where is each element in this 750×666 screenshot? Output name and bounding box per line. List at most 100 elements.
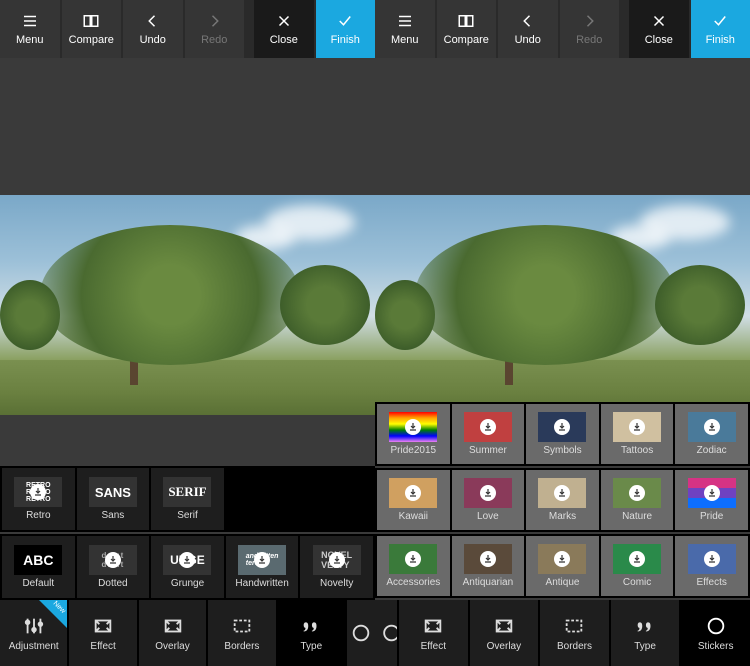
- undo-label: Undo: [515, 34, 541, 46]
- download-icon: [629, 551, 645, 567]
- sticker-pride2015[interactable]: Pride2015: [377, 404, 450, 464]
- sticker-label: Effects: [696, 577, 726, 588]
- sticker-summer[interactable]: Summer: [452, 404, 525, 464]
- font-thumb: UNGE: [163, 545, 211, 575]
- download-icon: [405, 485, 421, 501]
- redo-label: Redo: [576, 34, 602, 46]
- undo-label: Undo: [140, 34, 166, 46]
- undo-icon: [144, 12, 162, 30]
- menu-button[interactable]: Menu: [0, 0, 60, 58]
- sticker-thumb: [613, 478, 661, 508]
- sticker-love[interactable]: Love: [452, 470, 525, 530]
- font-row-2: ABCDefault d:o:td:o:tDotted UNGE Grunge a…: [0, 534, 375, 600]
- font-dotted[interactable]: d:o:td:o:tDotted: [77, 536, 150, 598]
- close-icon: [275, 12, 293, 30]
- sticker-thumb: [688, 544, 736, 574]
- close-button[interactable]: Close: [629, 0, 689, 58]
- font-label: Sans: [101, 510, 124, 521]
- sticker-antique[interactable]: Antique: [526, 536, 599, 596]
- font-default[interactable]: ABCDefault: [2, 536, 75, 598]
- sticker-thumb: [538, 544, 586, 574]
- sticker-thumb: [464, 544, 512, 574]
- tab-effect[interactable]: Effect: [69, 600, 136, 666]
- frame-icon: [493, 615, 515, 637]
- tab-overlay[interactable]: Overlay: [470, 600, 539, 666]
- compare-button[interactable]: Compare: [62, 0, 122, 58]
- tab-stickers-partial[interactable]: [347, 600, 375, 666]
- sticker-label: Antique: [546, 577, 580, 588]
- font-thumb: SANS: [89, 477, 137, 507]
- frame-icon: [92, 615, 114, 637]
- sticker-thumb: [389, 412, 437, 442]
- font-label: Grunge: [171, 578, 204, 589]
- tab-overlay[interactable]: Overlay: [139, 600, 206, 666]
- redo-button[interactable]: Redo: [185, 0, 245, 58]
- bottombar-right: Effect Overlay Borders Type Stickers: [375, 600, 750, 666]
- compare-label: Compare: [444, 34, 489, 46]
- tab-borders[interactable]: Borders: [540, 600, 609, 666]
- sticker-effects[interactable]: Effects: [675, 536, 748, 596]
- download-icon: [480, 485, 496, 501]
- font-row-1: RETRORETRORETRORetro SANS Sans SERIFSerif: [0, 466, 375, 532]
- circle-icon: [375, 622, 397, 644]
- font-serif[interactable]: SERIFSerif: [151, 468, 224, 530]
- font-novelty[interactable]: NOVELVELTY Novelty: [300, 536, 373, 598]
- download-icon: [405, 419, 421, 435]
- font-thumb: NOVELVELTY: [313, 545, 361, 575]
- font-label: Novelty: [320, 578, 353, 589]
- finish-button[interactable]: Finish: [316, 0, 376, 58]
- sticker-label: Pride2015: [391, 445, 437, 456]
- tab-adjustment-partial[interactable]: [375, 600, 397, 666]
- download-icon: [629, 485, 645, 501]
- tab-type[interactable]: Type: [611, 600, 680, 666]
- sticker-zodiac[interactable]: Zodiac: [675, 404, 748, 464]
- font-handwritten[interactable]: andwittenterdan Handwritten: [226, 536, 299, 598]
- sticker-comic[interactable]: Comic: [601, 536, 674, 596]
- tab-effect[interactable]: Effect: [399, 600, 468, 666]
- redo-button[interactable]: Redo: [560, 0, 620, 58]
- sticker-marks[interactable]: Marks: [526, 470, 599, 530]
- close-button[interactable]: Close: [254, 0, 314, 58]
- compare-label: Compare: [69, 34, 114, 46]
- tab-type[interactable]: Type: [278, 600, 345, 666]
- undo-button[interactable]: Undo: [123, 0, 183, 58]
- font-grunge[interactable]: UNGE Grunge: [151, 536, 224, 598]
- sticker-thumb: [464, 412, 512, 442]
- sticker-antiquarian[interactable]: Antiquarian: [452, 536, 525, 596]
- sticker-label: Love: [477, 511, 499, 522]
- tab-label: Borders: [557, 641, 592, 652]
- font-label: Handwritten: [235, 578, 288, 589]
- sticker-accessories[interactable]: Accessories: [377, 536, 450, 596]
- quote-icon: [634, 615, 656, 637]
- tab-adjustment[interactable]: NewAdjustment: [0, 600, 67, 666]
- compare-icon: [457, 12, 475, 30]
- font-label: Dotted: [98, 578, 127, 589]
- font-label: Retro: [26, 510, 50, 521]
- check-icon: [711, 12, 729, 30]
- redo-icon: [580, 12, 598, 30]
- font-sans[interactable]: SANS Sans: [77, 468, 150, 530]
- compare-button[interactable]: Compare: [437, 0, 497, 58]
- tab-label: Type: [300, 641, 322, 652]
- font-thumb: andwittenterdan: [238, 545, 286, 575]
- finish-label: Finish: [706, 34, 735, 46]
- sticker-label: Zodiac: [697, 445, 727, 456]
- font-retro[interactable]: RETRORETRORETRORetro: [2, 468, 75, 530]
- tab-borders[interactable]: Borders: [208, 600, 275, 666]
- sticker-nature[interactable]: Nature: [601, 470, 674, 530]
- undo-button[interactable]: Undo: [498, 0, 558, 58]
- sticker-label: Pride: [700, 511, 723, 522]
- sticker-pride[interactable]: Pride: [675, 470, 748, 530]
- menu-button[interactable]: Menu: [375, 0, 435, 58]
- finish-button[interactable]: Finish: [691, 0, 750, 58]
- tab-label: Effect: [421, 641, 446, 652]
- sticker-kawaii[interactable]: Kawaii: [377, 470, 450, 530]
- menu-label: Menu: [16, 34, 44, 46]
- sticker-symbols[interactable]: Symbols: [526, 404, 599, 464]
- photo-preview: [0, 195, 375, 415]
- menu-label: Menu: [391, 34, 419, 46]
- sticker-row-2: Kawaii Love Marks Nature Pride: [375, 468, 750, 532]
- topbar: Menu Compare Undo Redo Close Finish: [0, 0, 375, 58]
- tab-stickers[interactable]: Stickers: [681, 600, 750, 666]
- sticker-tattoos[interactable]: Tattoos: [601, 404, 674, 464]
